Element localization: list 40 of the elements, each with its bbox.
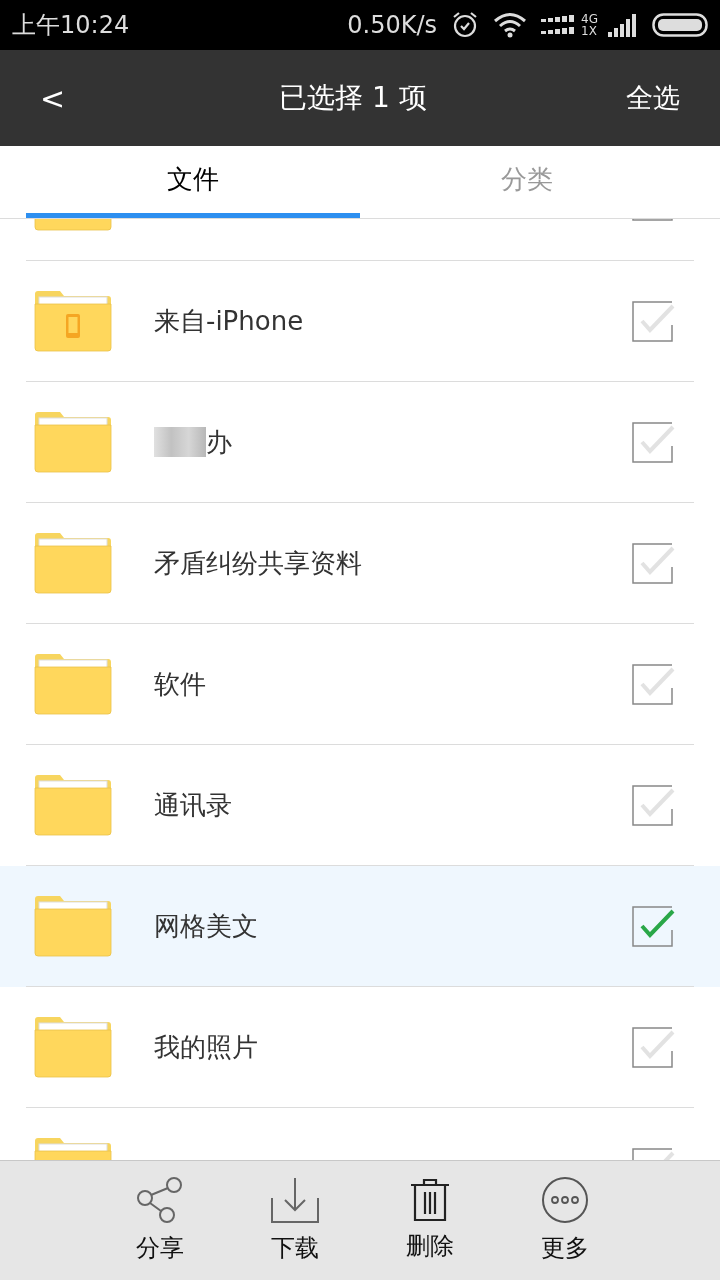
- folder-icon: [34, 653, 112, 715]
- file-name: 办: [206, 425, 232, 459]
- folder-icon: [34, 774, 112, 836]
- checkbox[interactable]: [632, 542, 676, 584]
- action-button[interactable]: 下载: [227, 1161, 362, 1280]
- action-button[interactable]: 更多: [497, 1161, 632, 1280]
- network-type: 4G: [581, 13, 598, 25]
- file-name: 矛盾纠纷共享资料: [154, 546, 362, 580]
- checkbox[interactable]: [632, 1026, 676, 1068]
- file-name: 我的照片: [154, 1030, 258, 1064]
- file-name: 来自-iPhone: [154, 304, 304, 338]
- action-button[interactable]: 删除: [362, 1161, 497, 1280]
- trash-icon: [409, 1177, 450, 1222]
- page-title: 已选择 1 项: [278, 80, 428, 116]
- download-icon: [270, 1175, 319, 1224]
- checkbox[interactable]: [632, 421, 676, 463]
- file-name: 网格美文: [154, 909, 258, 943]
- folder-icon: [34, 895, 112, 957]
- phone-folder-icon: [34, 290, 112, 352]
- blurred-text: [154, 427, 206, 457]
- network-type: 1X: [581, 25, 598, 37]
- network-speed: 0.50K/s: [347, 10, 438, 41]
- checkbox[interactable]: [632, 784, 676, 826]
- file-name: 通讯录: [154, 788, 232, 822]
- folder-icon: [34, 532, 112, 594]
- back-button[interactable]: <: [40, 75, 80, 121]
- more-icon: [540, 1175, 589, 1224]
- wifi-icon: [493, 12, 528, 38]
- clock: 上午10:24: [12, 10, 130, 41]
- folder-icon: [34, 411, 112, 473]
- checkbox[interactable]: [632, 663, 676, 705]
- checkbox[interactable]: [632, 905, 676, 947]
- share-icon: [135, 1175, 184, 1224]
- action-button[interactable]: 分享: [92, 1161, 227, 1280]
- file-name: 软件: [154, 667, 206, 701]
- battery-icon: [652, 13, 708, 37]
- select-all-button[interactable]: 全选: [626, 77, 680, 119]
- checkbox[interactable]: [632, 300, 676, 342]
- folder-icon: [34, 1016, 112, 1078]
- file-row[interactable]: 网格美文: [0, 866, 720, 987]
